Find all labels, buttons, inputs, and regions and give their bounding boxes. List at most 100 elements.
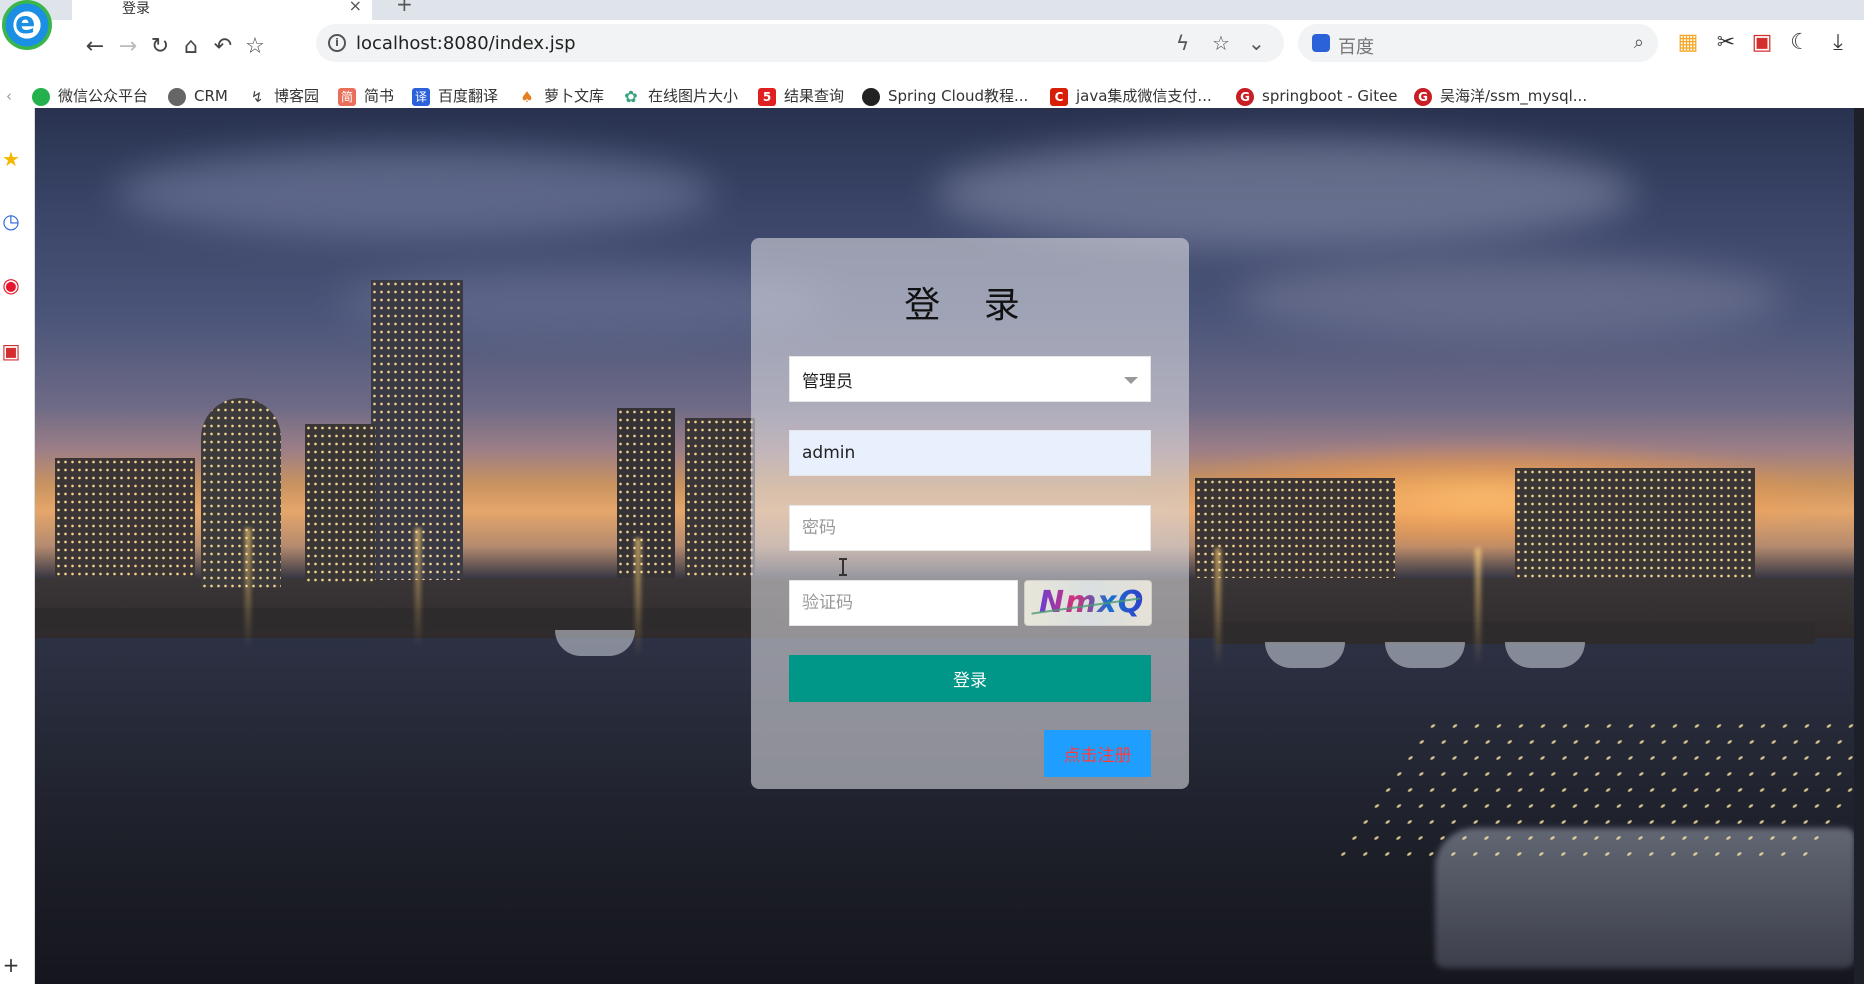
wechat-icon: [32, 87, 50, 106]
text-cursor-icon: [839, 558, 847, 576]
building: [617, 408, 675, 578]
bookmark-label: 博客园: [274, 87, 320, 105]
tab-close-icon[interactable]: ×: [349, 0, 362, 15]
carrot-icon: ♠: [518, 87, 536, 106]
login-title: 登 录: [904, 285, 1036, 326]
bookmark-item[interactable]: 微信公众平台: [32, 84, 148, 108]
undo-icon[interactable]: ↶: [208, 32, 238, 62]
captcha-input[interactable]: [789, 580, 1018, 626]
translate-icon: 译: [412, 87, 430, 106]
chevron-down-icon[interactable]: [1124, 377, 1138, 384]
bookmark-item[interactable]: 5 结果查询: [758, 84, 844, 108]
favorite-icon[interactable]: ☆: [1212, 31, 1230, 55]
tab-title: 登录: [122, 1, 150, 17]
bookmark-label: 简书: [364, 87, 395, 105]
building: [1195, 478, 1395, 578]
download-icon[interactable]: ⤓: [1824, 30, 1852, 55]
flower-icon: ✿: [622, 87, 640, 106]
history-icon[interactable]: ◷: [0, 210, 22, 232]
gitee-icon: G: [1414, 87, 1432, 106]
back-icon[interactable]: ←: [80, 32, 110, 62]
bookmark-label: Spring Cloud教程...: [888, 87, 1029, 105]
bookmark-item[interactable]: ✿ 在线图片大小: [622, 84, 738, 108]
bookmarks-bar: ‹ 微信公众平台 CRM ↯ 博客园 简简书 译百度翻译 ♠ 萝卜文库 ✿ 在线图片大…: [0, 84, 1864, 108]
gitee-icon: G: [1236, 87, 1254, 106]
bookmark-label: java集成微信支付...: [1076, 87, 1212, 105]
page-viewport: 登 录 管理员 NmxQ 登录 点击注册: [35, 108, 1864, 984]
login-button[interactable]: 登录: [789, 655, 1151, 702]
captcha-image[interactable]: NmxQ: [1024, 580, 1152, 626]
light-reflection: [415, 528, 421, 648]
bookmark-item[interactable]: ♠ 萝卜文库: [518, 84, 604, 108]
new-tab-icon[interactable]: +: [396, 0, 413, 16]
bookmark-item[interactable]: Cjava集成微信支付...: [1050, 84, 1212, 108]
bookmark-label: 萝卜文库: [544, 87, 605, 105]
role-select-value: 管理员: [802, 371, 853, 392]
building: [55, 458, 195, 578]
bookmark-star-icon[interactable]: ☆: [240, 32, 270, 62]
lightning-icon[interactable]: ϟ: [1176, 31, 1189, 55]
browser-logo-icon: e: [2, 0, 52, 50]
scissors-icon[interactable]: ✂: [1712, 30, 1740, 55]
role-select[interactable]: 管理员: [789, 356, 1151, 402]
reload-icon[interactable]: ↻: [145, 32, 175, 62]
bookmark-label: springboot - Gitee: [1262, 87, 1398, 105]
bookmark-item[interactable]: ↯ 博客园: [248, 84, 319, 108]
bookmark-item[interactable]: CRM: [168, 84, 228, 108]
username-input[interactable]: [789, 430, 1151, 476]
baidu-icon: [1312, 34, 1330, 52]
bridge-left: [35, 608, 775, 630]
cnblogs-icon: ↯: [248, 87, 266, 106]
browser-logo-letter: e: [15, 6, 36, 41]
csdn-icon: C: [1050, 87, 1068, 106]
light-reflection: [635, 538, 641, 658]
light-reflection: [245, 528, 251, 648]
night-mode-icon[interactable]: ☾: [1786, 30, 1814, 55]
bookmark-item[interactable]: 简简书: [338, 84, 394, 108]
tab-login[interactable]: 登录 ×: [72, 0, 372, 20]
five-icon: 5: [758, 87, 776, 106]
bookmark-item[interactable]: Spring Cloud教程...: [862, 84, 1028, 108]
cloud: [115, 148, 715, 238]
bookmark-item[interactable]: 译百度翻译: [412, 84, 498, 108]
pdf-sidebar-icon[interactable]: ▣: [0, 340, 22, 362]
register-button[interactable]: 点击注册: [1044, 730, 1151, 777]
bookmark-label: 百度翻译: [438, 87, 499, 105]
address-url[interactable]: localhost:8080/index.jsp: [356, 33, 576, 54]
jianshu-icon: 简: [338, 87, 356, 106]
captcha-text: NmxQ: [1039, 585, 1145, 620]
github-icon: [862, 87, 880, 106]
address-bar[interactable]: i localhost:8080/index.jsp ϟ ☆ ⌄: [316, 24, 1284, 62]
light-reflection: [1475, 548, 1481, 668]
bookmark-item[interactable]: G 吴海洋/ssm_mysql...: [1414, 84, 1587, 108]
globe-icon: [168, 87, 186, 106]
weibo-icon[interactable]: ◉: [0, 274, 22, 296]
bookmark-label: 吴海洋/ssm_mysql...: [1440, 87, 1588, 105]
add-sidebar-icon[interactable]: +: [0, 954, 22, 976]
forward-icon[interactable]: →: [113, 32, 143, 62]
cloud: [935, 138, 1635, 248]
building: [305, 424, 375, 584]
light-reflection: [1215, 548, 1221, 668]
title-bar: 登录 × +: [0, 0, 1864, 20]
browser-sidebar: ★ ◷ ◉ ▣ +: [0, 108, 35, 984]
bookmark-label: 微信公众平台: [58, 87, 149, 105]
pdf-icon[interactable]: ▣: [1748, 30, 1776, 55]
bookmark-label: 在线图片大小: [648, 87, 739, 105]
search-box[interactable]: 百度 ⌕: [1298, 24, 1658, 62]
home-icon[interactable]: ⌂: [176, 32, 206, 62]
navigation-bar: ← → ↻ ⌂ ↶ ☆ i localhost:8080/index.jsp ϟ…: [0, 20, 1864, 84]
bookmark-item[interactable]: Gspringboot - Gitee: [1236, 84, 1398, 108]
bookmark-label: 结果查询: [784, 87, 845, 105]
password-input[interactable]: [789, 505, 1151, 551]
login-card: 登 录 管理员 NmxQ 登录 点击注册: [751, 238, 1189, 789]
search-placeholder[interactable]: 百度: [1338, 33, 1374, 59]
search-icon[interactable]: ⌕: [1634, 32, 1644, 53]
chevron-down-icon[interactable]: ⌄: [1248, 31, 1265, 55]
bookmarks-collapse-icon[interactable]: ‹: [6, 84, 12, 108]
page-right-edge: [1854, 108, 1864, 984]
bookmark-label: CRM: [194, 87, 228, 105]
apps-icon[interactable]: ▦: [1674, 30, 1702, 55]
favorites-star-icon[interactable]: ★: [0, 148, 22, 170]
site-info-icon[interactable]: i: [328, 34, 346, 52]
